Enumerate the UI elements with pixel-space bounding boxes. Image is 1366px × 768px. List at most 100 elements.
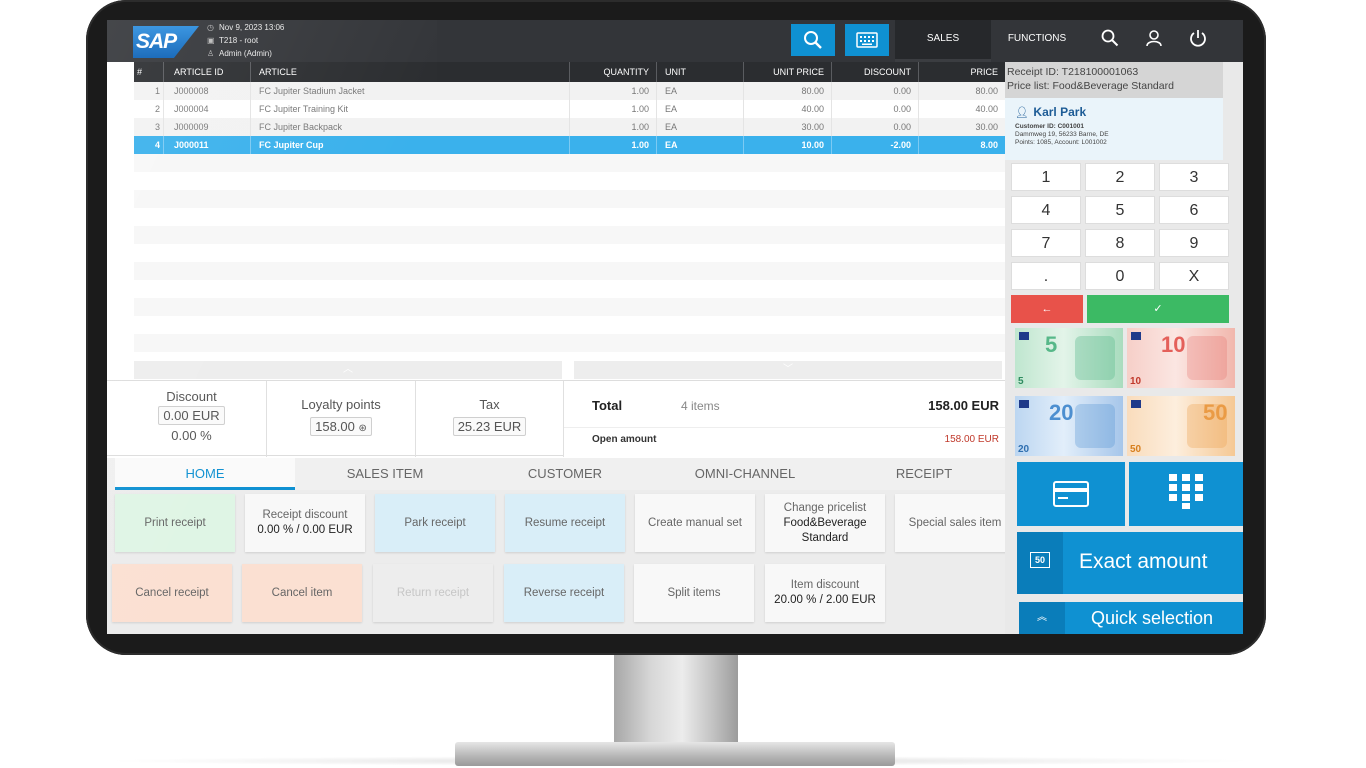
- items-count: 4 items: [681, 399, 720, 413]
- datetime: Nov 9, 2023 13:06: [219, 23, 285, 32]
- cancel-receipt-button[interactable]: Cancel receipt: [112, 564, 232, 622]
- scroll-down-button[interactable]: ﹀: [574, 361, 1002, 379]
- reverse-receipt-button[interactable]: Reverse receipt: [504, 564, 624, 622]
- key-3[interactable]: 3: [1159, 163, 1229, 191]
- banknote-50[interactable]: 50 50: [1127, 396, 1235, 456]
- tax-summary[interactable]: Tax 25.23 EUR: [416, 381, 564, 457]
- receipt-summary: Discount 0.00 EUR 0.00 % Loyalty points …: [107, 380, 1005, 457]
- cash-icon: 50: [1017, 532, 1063, 594]
- park-receipt-button[interactable]: Park receipt: [375, 494, 495, 552]
- keypad-payment-button[interactable]: [1129, 462, 1243, 526]
- tab-receipt[interactable]: RECEIPT: [835, 458, 1013, 490]
- keypad-icon: [1169, 474, 1203, 509]
- key-6[interactable]: 6: [1159, 196, 1229, 224]
- key-decimal[interactable]: .: [1011, 262, 1081, 290]
- key-7[interactable]: 7: [1011, 229, 1081, 257]
- discount-value: 0.00 EUR: [158, 406, 225, 425]
- change-pricelist-button[interactable]: Change pricelist Food&Beverage Standard: [765, 494, 885, 552]
- special-sales-item-button[interactable]: Special sales item: [895, 494, 1015, 552]
- monitor-stand-base: [455, 742, 895, 766]
- key-clear[interactable]: X: [1159, 262, 1229, 290]
- discount-label: Discount: [166, 389, 217, 404]
- empty-row: [134, 190, 1005, 208]
- user-label: Admin (Admin): [219, 49, 272, 58]
- coins-icon: ⊛: [358, 423, 367, 434]
- banknote-20[interactable]: 20 20: [1015, 396, 1123, 456]
- tab-omni-channel[interactable]: OMNI-CHANNEL: [655, 458, 835, 490]
- banknote-10[interactable]: 10 10: [1127, 328, 1235, 388]
- keyboard-button[interactable]: [845, 24, 889, 56]
- item-discount-button[interactable]: Item discount 20.00 % / 2.00 EUR: [765, 564, 885, 622]
- chevron-up-icon: ︽: [1019, 602, 1065, 634]
- key-9[interactable]: 9: [1159, 229, 1229, 257]
- key-2[interactable]: 2: [1085, 163, 1155, 191]
- empty-row: [134, 172, 1005, 190]
- key-5[interactable]: 5: [1085, 196, 1155, 224]
- sap-logo: SAP: [133, 26, 199, 58]
- tab-functions[interactable]: FUNCTIONS: [991, 20, 1083, 62]
- table-row[interactable]: 1 J000008 FC Jupiter Stadium Jacket 1.00…: [134, 82, 1005, 100]
- chevron-down-icon: ﹀: [783, 364, 793, 375]
- key-8[interactable]: 8: [1085, 229, 1155, 257]
- empty-row: [134, 262, 1005, 280]
- user-icon: ♙: [207, 49, 215, 58]
- column-header: QUANTITY: [570, 62, 657, 82]
- key-4[interactable]: 4: [1011, 196, 1081, 224]
- return-receipt-button[interactable]: Return receipt: [373, 564, 493, 622]
- loyalty-value: 158.00: [315, 419, 355, 434]
- column-header: DISCOUNT: [832, 62, 919, 82]
- resume-receipt-button[interactable]: Resume receipt: [505, 494, 625, 552]
- empty-row: [134, 208, 1005, 226]
- customer-points: Points: 1085, Account: L001002: [1015, 139, 1107, 146]
- empty-row: [134, 280, 1005, 298]
- tax-label: Tax: [479, 397, 500, 412]
- tab-customer[interactable]: CUSTOMER: [475, 458, 655, 490]
- table-row[interactable]: 2 J000004 FC Jupiter Training Kit 1.00 E…: [134, 100, 1005, 118]
- search-icon[interactable]: [1097, 29, 1123, 53]
- user-icon[interactable]: [1141, 29, 1167, 53]
- banknote-5[interactable]: 5 5: [1015, 328, 1123, 388]
- tab-sales-item[interactable]: SALES ITEM: [295, 458, 475, 490]
- key-0[interactable]: 0: [1085, 262, 1155, 290]
- tab-sales[interactable]: SALES: [895, 20, 991, 62]
- clock-icon: ◷: [207, 23, 214, 32]
- search-button[interactable]: [791, 24, 835, 56]
- split-items-button[interactable]: Split items: [634, 564, 754, 622]
- discount-summary[interactable]: Discount 0.00 EUR 0.00 %: [117, 381, 267, 457]
- tab-home[interactable]: HOME: [115, 458, 295, 490]
- open-amount-value: 158.00 EUR: [944, 434, 999, 445]
- backspace-button[interactable]: ←: [1011, 295, 1083, 323]
- exact-amount-button[interactable]: 50 Exact amount: [1017, 532, 1243, 594]
- person-icon: 👤︎: [1015, 107, 1029, 119]
- terminal-label: T218 - root: [219, 36, 259, 45]
- create-manual-set-button[interactable]: Create manual set: [635, 494, 755, 552]
- empty-row: [134, 316, 1005, 334]
- empty-row: [134, 244, 1005, 262]
- receipt-id: Receipt ID: T218100001063: [1007, 66, 1139, 78]
- print-receipt-button[interactable]: Print receipt: [115, 494, 235, 552]
- table-row-selected[interactable]: 4 J000011 FC Jupiter Cup 1.00 EA 10.00 -…: [134, 136, 1005, 154]
- search-icon: [804, 31, 822, 49]
- loyalty-summary[interactable]: Loyalty points 158.00 ⊛: [267, 381, 416, 457]
- open-amount-label: Open amount: [592, 434, 657, 445]
- scroll-up-button[interactable]: ︿: [134, 361, 562, 379]
- customer-card[interactable]: 👤︎ Karl Park Customer ID: C001001 Dammwe…: [1005, 98, 1223, 160]
- column-header: ARTICLE: [251, 62, 570, 82]
- empty-row: [134, 154, 1005, 172]
- table-row[interactable]: 3 J000009 FC Jupiter Backpack 1.00 EA 30…: [134, 118, 1005, 136]
- key-1[interactable]: 1: [1011, 163, 1081, 191]
- monitor-stand-neck: [614, 648, 738, 748]
- column-header: #: [134, 62, 164, 82]
- card-payment-button[interactable]: [1017, 462, 1125, 526]
- receipt-discount-button[interactable]: Receipt discount 0.00 % / 0.00 EUR: [245, 494, 365, 552]
- power-icon[interactable]: [1185, 29, 1211, 53]
- loyalty-label: Loyalty points: [301, 397, 381, 412]
- column-header: PRICE: [970, 67, 998, 77]
- right-panel: Receipt ID: T218100001063 Price list: Fo…: [1005, 62, 1243, 634]
- top-bar: SAP ◷ Nov 9, 2023 13:06 ▣ T218 - root ♙ Adm…: [107, 20, 1243, 62]
- column-header: UNIT PRICE: [744, 62, 832, 82]
- customer-name: Karl Park: [1033, 105, 1087, 119]
- confirm-button[interactable]: ✓: [1087, 295, 1229, 323]
- quick-selection-button[interactable]: ︽ Quick selection: [1019, 602, 1243, 634]
- cancel-item-button[interactable]: Cancel item: [242, 564, 362, 622]
